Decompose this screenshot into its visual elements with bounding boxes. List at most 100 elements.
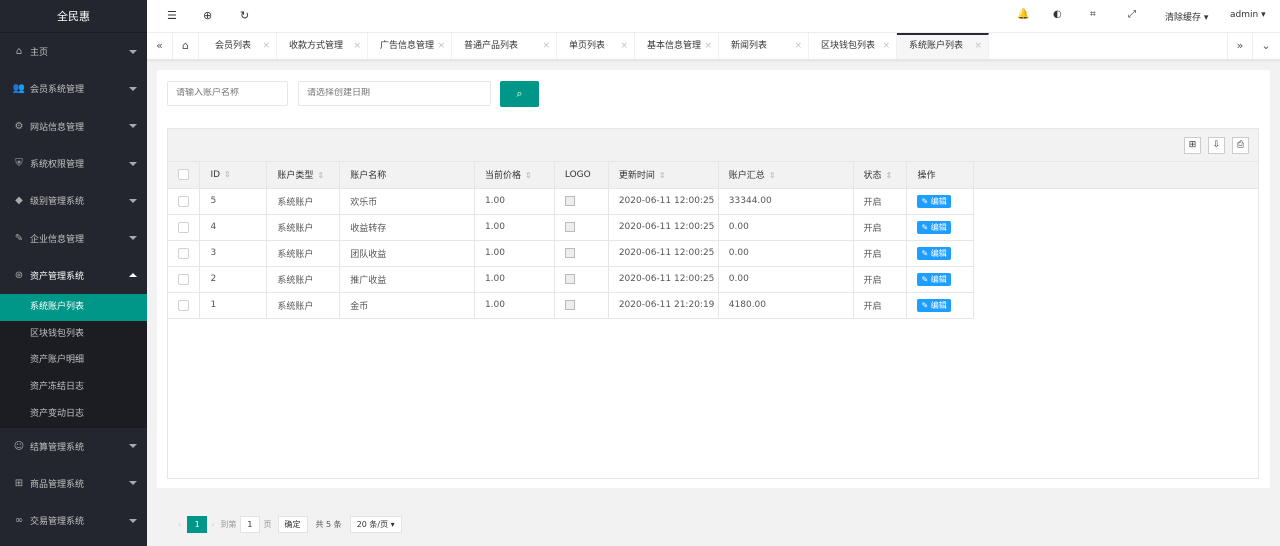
per-page-select[interactable]: 20 条/页 ▾ [349,515,402,533]
tab-item[interactable]: 系统账户列表 × [897,33,989,59]
close-icon[interactable]: × [437,33,445,59]
column-header[interactable]: 账户类型 ⇕ [266,162,341,189]
column-header[interactable]: 账户名称 [339,162,475,189]
broken-image-icon [564,273,575,284]
fullscreen-icon[interactable]: ⤢ [1128,9,1136,20]
sort-icon[interactable]: ⇕ [224,170,231,179]
edit-button[interactable]: ✎ 编辑 [917,194,951,208]
edit-button[interactable]: ✎ 编辑 [917,272,951,286]
tab-item[interactable]: 基本信息管理 × [635,33,719,59]
tab-item[interactable]: 会员列表 × [203,33,277,59]
menu-toggle-icon[interactable]: ☰ [167,9,177,22]
column-header[interactable]: 操作 [906,162,975,189]
cell-status: 开启 [853,240,908,267]
sidebar-item-shield[interactable]: ⛨ 系统权限管理 [0,145,147,182]
tab-item[interactable]: 区块钱包列表 × [809,33,897,59]
tag-icon[interactable]: ⌗ [1090,9,1096,20]
sidebar-item-users[interactable]: 👥 会员系统管理 [0,70,147,107]
print-icon[interactable]: ⎙ [1232,137,1249,154]
close-icon[interactable]: × [620,33,628,59]
column-header[interactable]: 更新时间 ⇕ [608,162,719,189]
sidebar-item-home[interactable]: ⌂ 主页 [0,33,147,70]
action-cell: ✎ 编辑 [906,214,975,241]
cell-type: 系统账户 [266,292,341,319]
tab-item[interactable]: 单页列表 × [557,33,635,59]
close-icon[interactable]: × [974,35,982,57]
close-icon[interactable]: × [262,33,270,59]
sidebar-item-link[interactable]: ∞ 交易管理系统 [0,502,147,539]
submenu-item[interactable]: 资产变动日志 [0,401,147,428]
select-all-checkbox[interactable] [168,162,201,189]
row-checkbox[interactable] [168,292,201,319]
globe-icon[interactable]: ⊕ [203,9,212,22]
sidebar-item-smile[interactable]: ☺ 结算管理系统 [0,428,147,465]
create-date-field[interactable] [307,88,490,98]
sort-icon[interactable]: ⇕ [886,171,893,180]
tab-item[interactable]: 收款方式管理 × [277,33,368,59]
submenu-item[interactable]: 系统账户列表 [0,294,147,321]
cell-type: 系统账户 [266,214,341,241]
bell-icon[interactable]: 🔔 [1017,9,1029,20]
create-date-input[interactable] [298,81,491,106]
sidebar-item-cart[interactable]: ⊞ 商品管理系统 [0,465,147,502]
column-header[interactable]: ID ⇕ [199,162,268,189]
tab-item[interactable]: 广告信息管理 × [368,33,452,59]
tab-home-icon[interactable]: ⌂ [173,33,199,59]
edit-button[interactable]: ✎ 编辑 [917,220,951,234]
close-icon[interactable]: × [794,33,802,59]
account-name-field[interactable] [176,88,287,98]
close-icon[interactable]: × [882,33,890,59]
user-menu[interactable]: admin ▾ [1230,10,1266,20]
submenu-item[interactable]: 区块钱包列表 [0,321,147,348]
tab-item[interactable]: 新闻列表 × [719,33,809,59]
sort-icon[interactable]: ⇕ [317,171,324,180]
search-button[interactable]: ⌕ [500,81,539,107]
sort-icon[interactable]: ⇕ [525,171,532,180]
asset-icon: ⊛ [14,269,24,281]
edit-button[interactable]: ✎ 编辑 [917,246,951,260]
goto-confirm-button[interactable]: 确定 [277,515,308,533]
goto-page-input[interactable]: 1 [240,515,260,533]
close-icon[interactable]: × [353,33,361,59]
sidebar-item-gear[interactable]: ⚙ 网站信息管理 [0,108,147,145]
column-header[interactable]: 当前价格 ⇕ [474,162,555,189]
submenu-item[interactable]: 资产冻结日志 [0,374,147,401]
row-checkbox[interactable] [168,188,201,215]
sort-icon[interactable]: ⇕ [659,171,666,180]
prev-page-icon[interactable]: ‹ [178,520,181,529]
page-1-button[interactable]: 1 [187,515,208,533]
sidebar-item-diamond[interactable]: ◆ 级别管理系统 [0,182,147,219]
tabs-prev-icon[interactable]: « [147,33,173,59]
sidebar-item-label: 系统权限管理 [30,160,85,171]
cell-total: 4180.00 [718,292,854,319]
cell-time: 2020-06-11 12:00:25 [608,240,719,267]
logo-cell [554,266,609,293]
sort-icon[interactable]: ⇕ [769,171,776,180]
tab-item[interactable]: 普通产品列表 × [452,33,557,59]
column-header[interactable]: 账户汇总 ⇕ [718,162,854,189]
edit-button[interactable]: ✎ 编辑 [917,298,951,312]
account-name-input[interactable] [167,81,288,106]
next-page-icon[interactable]: › [211,520,214,529]
row-checkbox[interactable] [168,214,201,241]
sidebar-item-edit[interactable]: ✎ 企业信息管理 [0,219,147,256]
refresh-icon[interactable]: ↻ [240,9,249,22]
cell-price: 1.00 [474,188,555,215]
tabs-next-icon[interactable]: » [1227,33,1253,59]
columns-filter-icon[interactable]: ⊞ [1184,137,1201,154]
submenu-item[interactable]: 资产账户明细 [0,347,147,374]
tab-label: 单页列表 [569,41,606,51]
column-header[interactable]: LOGO [554,162,609,189]
close-icon[interactable]: × [704,33,712,59]
sidebar-item-asset[interactable]: ⊛ 资产管理系统 [0,257,147,294]
tabs-dropdown-icon[interactable]: ⌄ [1253,33,1279,59]
clear-cache-menu[interactable]: 清除缓存 ▾ [1165,10,1208,23]
export-icon[interactable]: ⇩ [1208,137,1225,154]
row-checkbox[interactable] [168,240,201,267]
close-icon[interactable]: × [542,33,550,59]
palette-icon[interactable]: ◐ [1053,9,1062,20]
gear-icon: ⚙ [14,120,24,132]
pencil-icon: ✎ [921,274,931,284]
row-checkbox[interactable] [168,266,201,293]
column-header[interactable]: 状态 ⇕ [853,162,908,189]
